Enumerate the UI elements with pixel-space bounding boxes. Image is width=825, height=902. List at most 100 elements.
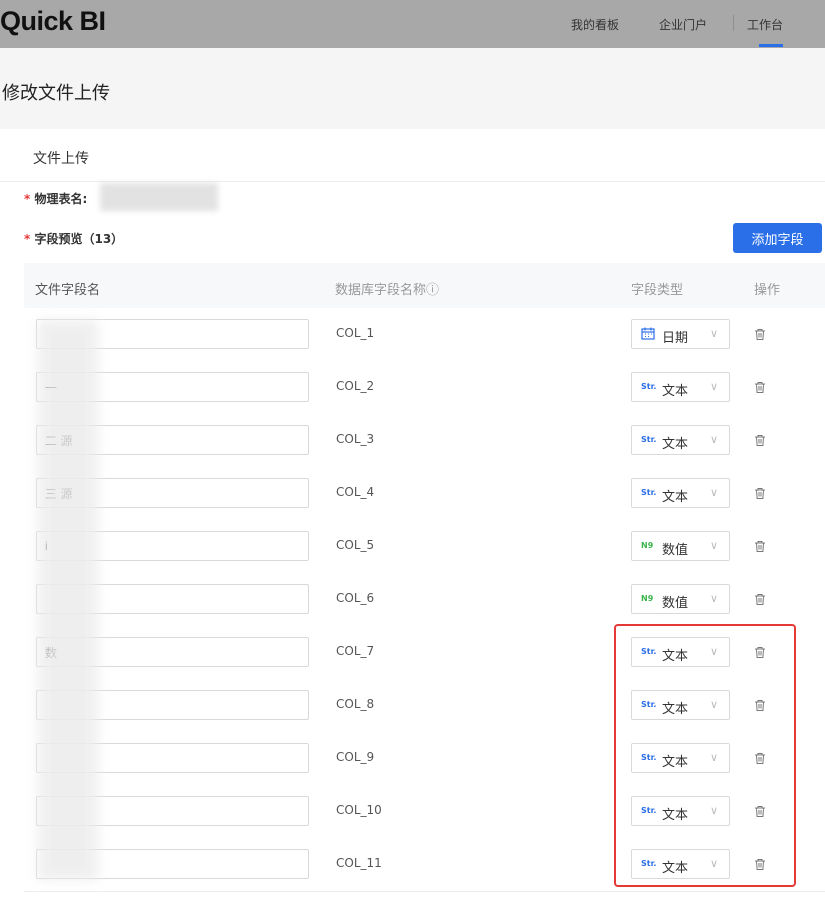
field-type-label: 文本 — [662, 490, 689, 505]
db-field-name: COL_10 — [336, 803, 382, 817]
db-field-name: COL_1 — [336, 326, 375, 340]
delete-icon[interactable] — [754, 326, 766, 345]
delete-icon[interactable] — [754, 750, 766, 769]
header-actions: 操作 — [754, 283, 781, 298]
nav-divider — [733, 15, 734, 31]
chevron-down-icon: ∨ — [710, 327, 719, 340]
table-name-value-redacted — [100, 183, 218, 211]
header-db-field: 数据库字段名称ⓘ — [335, 283, 440, 298]
chevron-down-icon: ∨ — [710, 433, 719, 446]
field-type-select[interactable]: Str. 文本 ∨ — [631, 743, 730, 773]
quick-bi-logo[interactable]: Quick BI — [0, 6, 106, 37]
field-type-select[interactable]: N9 数值 ∨ — [631, 531, 730, 561]
string-type-icon: Str. — [641, 700, 657, 709]
table-name-label-text: 物理表名: — [34, 192, 88, 206]
field-type-select[interactable]: Str. 文本 ∨ — [631, 425, 730, 455]
field-type-label: 数值 — [662, 543, 689, 558]
delete-icon[interactable] — [754, 485, 766, 504]
card-title: 文件上传 — [33, 151, 89, 167]
field-type-select[interactable]: N9 数值 ∨ — [631, 584, 730, 614]
delete-icon[interactable] — [754, 432, 766, 451]
number-type-icon: N9 — [641, 594, 654, 603]
delete-icon[interactable] — [754, 803, 766, 822]
field-type-select[interactable]: 日期 ∨ — [631, 319, 730, 349]
field-type-select[interactable]: Str. 文本 ∨ — [631, 690, 730, 720]
card-divider — [0, 181, 825, 182]
nav-my-dashboard[interactable]: 我的看板 — [571, 16, 619, 33]
table-row: COL_4 Str. 文本 ∨ — [24, 467, 825, 521]
chevron-down-icon: ∨ — [710, 486, 719, 499]
db-field-name: COL_9 — [336, 750, 375, 764]
table-row: COL_9 Str. 文本 ∨ — [24, 732, 825, 786]
string-type-icon: Str. — [641, 806, 657, 815]
required-mark: * — [24, 232, 31, 246]
db-field-name: COL_3 — [336, 432, 375, 446]
table-row: COL_8 Str. 文本 ∨ — [24, 679, 825, 733]
table-row: COL_11 Str. 文本 ∨ — [24, 838, 825, 892]
field-preview-label: * 字段预览（13） — [24, 230, 123, 247]
table-row: COL_3 Str. 文本 ∨ — [24, 414, 825, 468]
add-field-button[interactable]: 添加字段 — [733, 223, 822, 253]
chevron-down-icon: ∨ — [710, 539, 719, 552]
chevron-down-icon: ∨ — [710, 751, 719, 764]
table-row: COL_5 N9 数值 ∨ — [24, 520, 825, 574]
db-field-name: COL_4 — [336, 485, 375, 499]
field-type-label: 文本 — [662, 384, 689, 399]
field-type-label: 文本 — [662, 861, 689, 876]
string-type-icon: Str. — [641, 859, 657, 868]
chevron-down-icon: ∨ — [710, 804, 719, 817]
table-row: COL_2 Str. 文本 ∨ — [24, 361, 825, 415]
string-type-icon: Str. — [641, 382, 657, 391]
db-field-name: COL_2 — [336, 379, 375, 393]
db-field-name: COL_6 — [336, 591, 375, 605]
field-type-label: 文本 — [662, 808, 689, 823]
chevron-down-icon: ∨ — [710, 592, 719, 605]
top-bar: Quick BI 我的看板 企业门户 工作台 — [0, 0, 825, 48]
chevron-down-icon: ∨ — [710, 857, 719, 870]
field-names-redacted — [38, 320, 98, 880]
db-field-name: COL_11 — [336, 856, 382, 870]
field-type-label: 文本 — [662, 649, 689, 664]
string-type-icon: Str. — [641, 435, 657, 444]
field-type-select[interactable]: Str. 文本 ∨ — [631, 796, 730, 826]
table-row: COL_7 Str. 文本 ∨ — [24, 626, 825, 680]
field-type-label: 数值 — [662, 596, 689, 611]
nav-active-indicator — [759, 44, 783, 47]
field-type-select[interactable]: Str. 文本 ∨ — [631, 849, 730, 879]
delete-icon[interactable] — [754, 644, 766, 663]
db-field-name: COL_8 — [336, 697, 375, 711]
string-type-icon: Str. — [641, 647, 657, 656]
field-type-select[interactable]: Str. 文本 ∨ — [631, 637, 730, 667]
string-type-icon: Str. — [641, 488, 657, 497]
page-title: 修改文件上传 — [2, 83, 110, 104]
logo-text: Quick BI — [0, 6, 106, 36]
nav-workbench[interactable]: 工作台 — [747, 16, 783, 33]
field-type-label: 文本 — [662, 755, 689, 770]
required-mark: * — [24, 192, 31, 206]
chevron-down-icon: ∨ — [710, 380, 719, 393]
table-name-label: * 物理表名: — [24, 190, 87, 207]
header-field-type: 字段类型 — [631, 283, 684, 298]
string-type-icon: Str. — [641, 753, 657, 762]
field-type-label: 文本 — [662, 437, 689, 452]
db-field-name: COL_7 — [336, 644, 375, 658]
table-row: COL_6 N9 数值 ∨ — [24, 573, 825, 627]
field-type-select[interactable]: Str. 文本 ∨ — [631, 372, 730, 402]
chevron-down-icon: ∨ — [710, 645, 719, 658]
delete-icon[interactable] — [754, 591, 766, 610]
chevron-down-icon: ∨ — [710, 698, 719, 711]
delete-icon[interactable] — [754, 379, 766, 398]
field-preview-label-text: 字段预览（13） — [34, 232, 124, 246]
field-type-label: 日期 — [662, 331, 689, 346]
field-type-select[interactable]: Str. 文本 ∨ — [631, 478, 730, 508]
number-type-icon: N9 — [641, 541, 654, 550]
table-row: COL_1 日期 ∨ — [24, 308, 825, 362]
delete-icon[interactable] — [754, 697, 766, 716]
nav-enterprise-portal[interactable]: 企业门户 — [659, 16, 707, 33]
table-row: COL_10 Str. 文本 ∨ — [24, 785, 825, 839]
delete-icon[interactable] — [754, 538, 766, 557]
header-file-field: 文件字段名 — [35, 283, 101, 298]
calendar-icon — [641, 327, 655, 342]
db-field-name: COL_5 — [336, 538, 375, 552]
delete-icon[interactable] — [754, 856, 766, 875]
